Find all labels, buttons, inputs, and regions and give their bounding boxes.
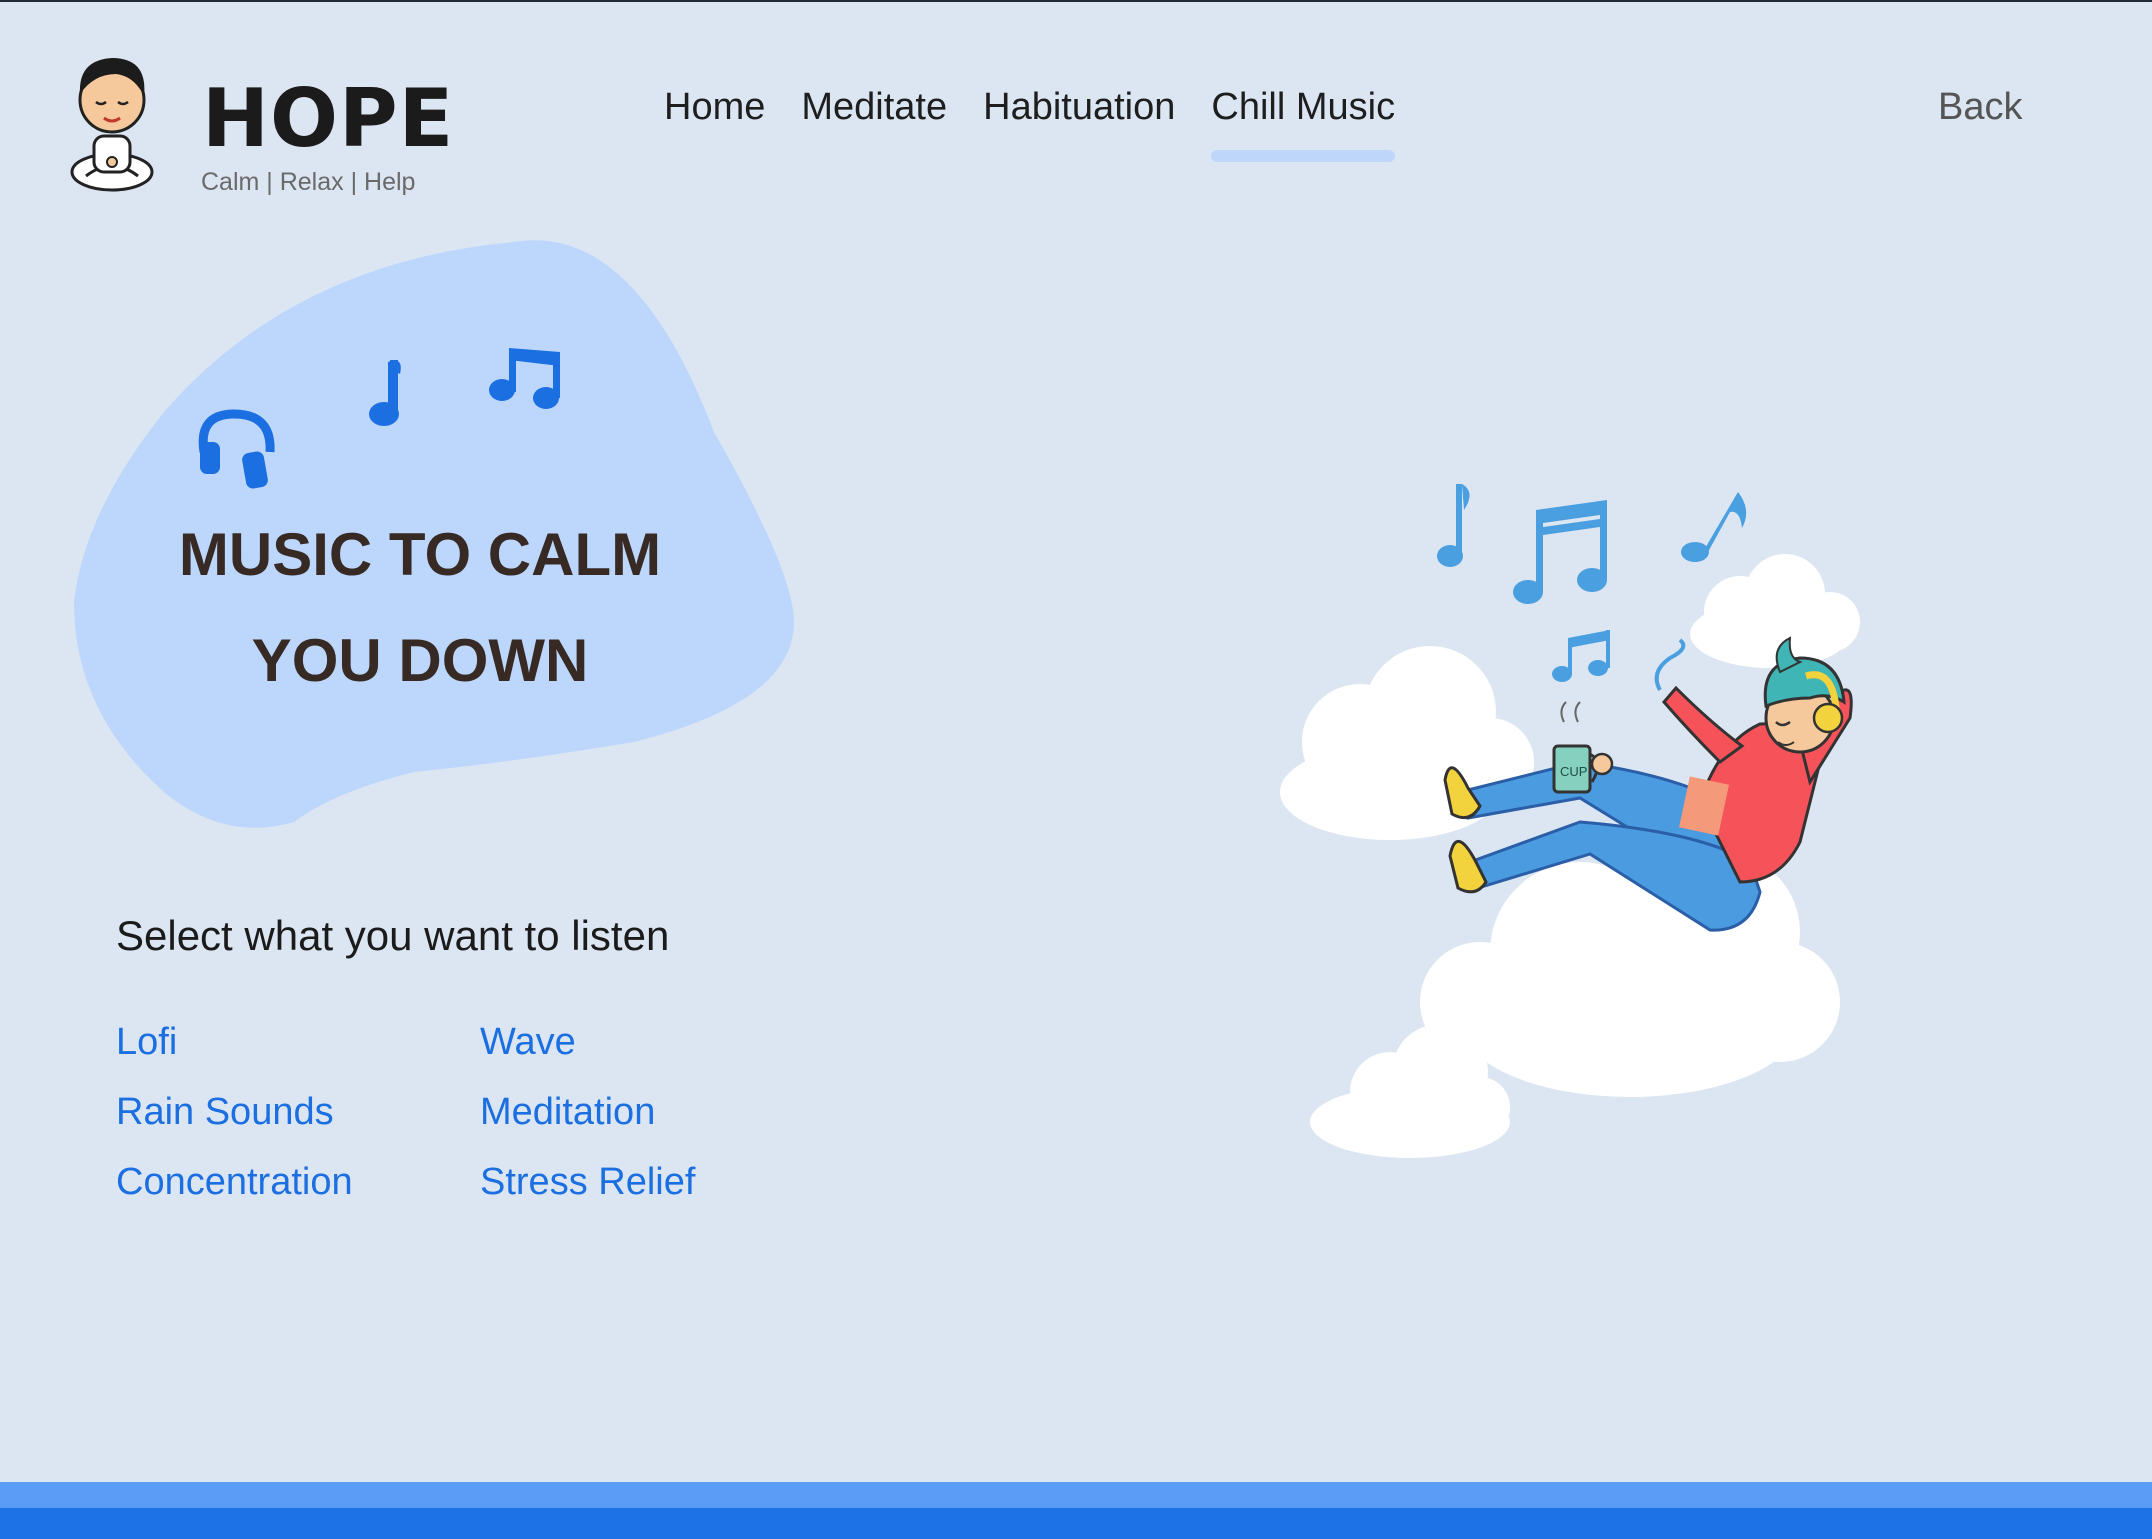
option-wave[interactable]: Wave [480,1020,780,1064]
relaxing-person-illustration: CUP [1280,484,1860,1158]
floating-notes-icon [1437,484,1747,691]
nav-home[interactable]: Home [664,86,765,129]
option-rain-sounds[interactable]: Rain Sounds [116,1090,480,1134]
mug-text: CUP [1560,764,1587,779]
footer-bar-dark [0,1508,2152,1539]
brand-title: HOPE [202,72,455,165]
music-note-icon [369,360,401,426]
headphones-icon [198,409,275,489]
select-heading: Select what you want to listen [116,912,670,959]
hero-title: MUSIC TO CALM YOU DOWN [150,502,690,714]
nav-meditate[interactable]: Meditate [801,86,947,129]
hero-title-line2: YOU DOWN [251,627,589,694]
beamed-notes-icon [489,348,560,409]
option-stress-relief[interactable]: Stress Relief [480,1160,780,1204]
hero-music-icons [198,348,560,489]
music-options-list: Lofi Wave Rain Sounds Meditation Concent… [116,1020,780,1204]
brand-tagline: Calm | Relax | Help [201,168,416,196]
footer-bar-light [0,1482,2152,1508]
hero-title-line1: MUSIC TO CALM [178,521,662,588]
nav-chill-music[interactable]: Chill Music [1211,86,1395,162]
option-concentration[interactable]: Concentration [116,1160,480,1204]
nav-habituation[interactable]: Habituation [983,86,1175,129]
option-meditation[interactable]: Meditation [480,1090,780,1134]
cloud-icon [1690,554,1860,668]
logo-avatar-icon [70,58,154,192]
back-link[interactable]: Back [1938,86,2022,129]
option-lofi[interactable]: Lofi [116,1020,480,1064]
main-nav: Home Meditate Habituation Chill Music [664,86,1395,162]
